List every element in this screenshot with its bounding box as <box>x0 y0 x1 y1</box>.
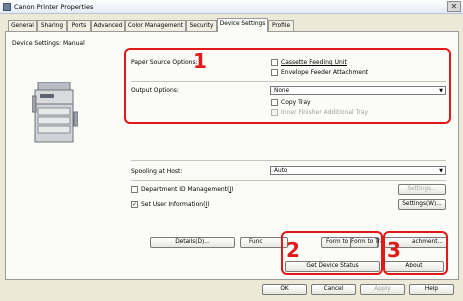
tab-general[interactable]: General <box>8 20 37 31</box>
tab-security[interactable]: Security <box>186 20 217 31</box>
spooling-select[interactable]: Auto ▼ <box>270 166 446 175</box>
printer-icon <box>3 3 11 11</box>
annotation-box-1 <box>124 48 451 124</box>
spooling-value: Auto <box>274 168 288 174</box>
cancel-button[interactable]: Cancel <box>311 284 356 295</box>
spooling-label: Spooling at Host: <box>131 168 183 175</box>
user-info-checkbox[interactable]: ✓ <box>131 201 138 208</box>
user-info-label: Set User Information(I) <box>141 201 210 208</box>
page-heading: Device Settings: Manual <box>12 40 85 47</box>
apply-button[interactable]: Apply <box>360 284 405 295</box>
window-title: Canon Printer Properties <box>14 3 94 11</box>
department-settings-button[interactable]: Settings... <box>398 184 446 195</box>
annotation-number-3: 3 <box>387 238 401 262</box>
details-button[interactable]: Details(D)... <box>150 237 235 248</box>
close-button[interactable]: ✕ <box>447 1 461 12</box>
tab-color-management[interactable]: Color Management <box>125 20 186 31</box>
printer-illustration <box>32 82 78 143</box>
divider <box>131 160 446 161</box>
tab-ports[interactable]: Ports <box>67 20 91 31</box>
department-id-label: Department ID Management(J) <box>141 186 234 193</box>
help-button[interactable]: Help <box>409 284 454 295</box>
tab-sharing[interactable]: Sharing <box>37 20 67 31</box>
ok-button[interactable]: OK <box>262 284 307 295</box>
tab-advanced[interactable]: Advanced <box>91 20 125 31</box>
tab-profile[interactable]: Profile <box>268 20 294 31</box>
annotation-number-2: 2 <box>286 238 300 262</box>
user-info-settings-button[interactable]: Settings(W)... <box>398 199 446 210</box>
tab-device-settings[interactable]: Device Settings <box>217 18 268 32</box>
divider <box>131 180 446 181</box>
department-id-checkbox[interactable] <box>131 186 138 193</box>
annotation-number-1: 1 <box>193 49 207 73</box>
chevron-down-icon: ▼ <box>439 168 443 174</box>
